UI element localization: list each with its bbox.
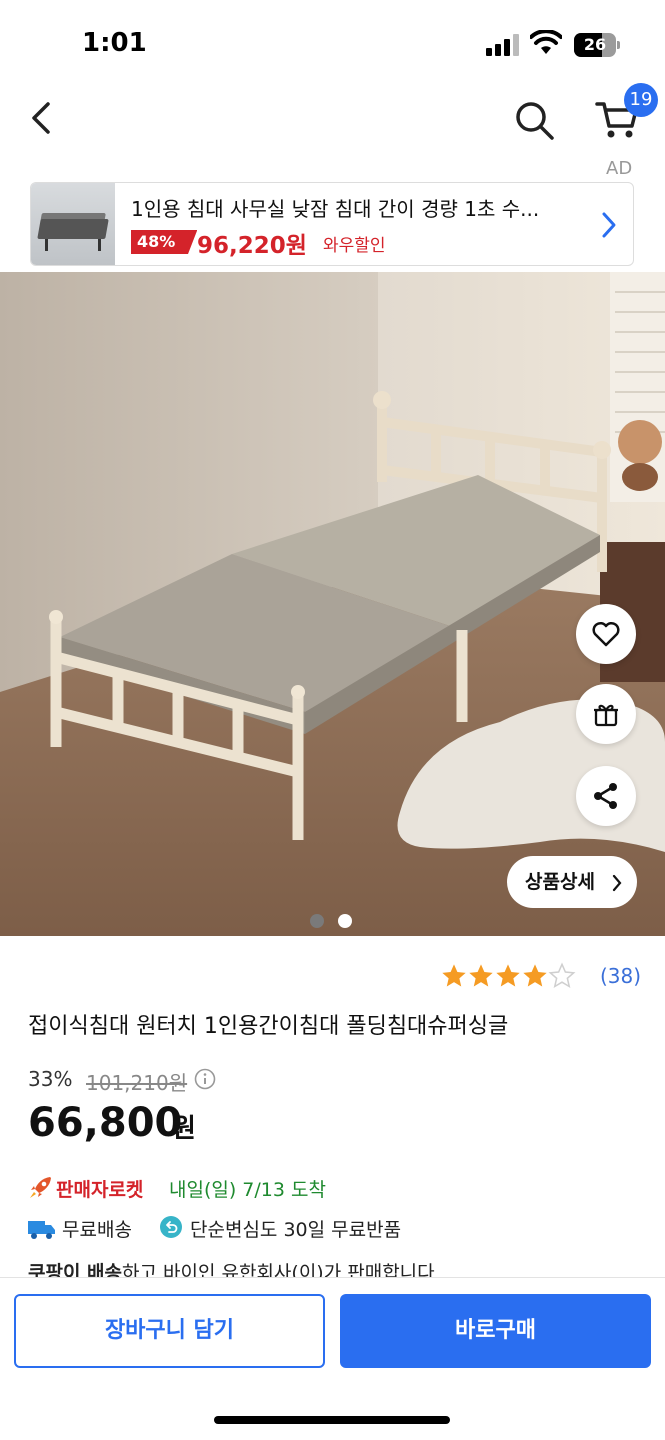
pager-dot[interactable]: [310, 914, 324, 928]
battery-level: 26: [583, 35, 607, 54]
status-time: 1:01: [82, 28, 147, 58]
truck-icon: [28, 1221, 55, 1239]
discount-rate: 33%: [28, 1067, 73, 1091]
seller-info-text: 하고 바이인 유한회사(이)가 판매합니다: [122, 1262, 435, 1278]
ad-banner[interactable]: 1인용 침대 사무실 낮잠 침대 간이 경량 1초 수... 48% 96,22…: [30, 182, 634, 266]
star-icon: [496, 964, 520, 987]
gift-button[interactable]: [576, 684, 636, 744]
pager-dot[interactable]: [338, 914, 352, 928]
product-image[interactable]: [0, 272, 665, 936]
gift-icon: [594, 704, 618, 727]
seller-rocket-label: 판매자로켓: [56, 1179, 144, 1201]
seller-info: 쿠팡이 배송하고 바이인 유한회사(이)가 판매합니다: [28, 1258, 435, 1278]
bottom-action-bar: 장바구니 담기 바로구매: [0, 1277, 665, 1440]
ad-discount-badge: 48%: [131, 230, 198, 254]
star-empty-icon: [548, 962, 576, 989]
ad-label: AD: [606, 158, 633, 179]
product-detail-button[interactable]: 상품상세: [507, 856, 637, 908]
info-icon[interactable]: [194, 1068, 216, 1090]
review-count: (38): [600, 964, 642, 988]
product-title: 접이식침대 원터치 1인용간이침대 폴딩침대슈퍼싱글: [28, 1014, 509, 1039]
ad-title: 1인용 침대 사무실 낮잠 침대 간이 경량 1초 수...: [131, 197, 540, 221]
chevron-right-icon: [602, 212, 616, 238]
wifi-icon: [530, 30, 562, 54]
heart-icon: [592, 621, 620, 647]
ad-wow-tag: 와우할인: [323, 236, 386, 256]
arrival-date: 내일(일) 7/13 도착: [169, 1179, 326, 1201]
seller-delivery-highlight: 쿠팡이 배송: [28, 1262, 123, 1278]
return-icon: [160, 1216, 182, 1238]
star-icon: [442, 964, 466, 987]
battery-icon: 26: [574, 33, 620, 57]
buy-now-button[interactable]: 바로구매: [340, 1294, 651, 1368]
cart-count-badge: 19: [624, 83, 658, 117]
rocket-icon: [30, 1177, 51, 1198]
sale-price-currency: 원: [172, 1114, 196, 1144]
status-bar: 1:01 26: [0, 0, 665, 88]
free-return: 단순변심도 30일 무료반품: [190, 1219, 402, 1241]
wishlist-button[interactable]: [576, 604, 636, 664]
star-icon: [523, 964, 547, 987]
product-detail-label: 상품상세: [525, 871, 595, 893]
free-shipping: 무료배송: [62, 1219, 132, 1241]
home-indicator[interactable]: [214, 1416, 450, 1424]
add-to-cart-button[interactable]: 장바구니 담기: [14, 1294, 325, 1368]
sale-price: 66,800: [28, 1100, 183, 1146]
share-icon: [594, 783, 617, 809]
product-rating[interactable]: (38): [440, 962, 650, 992]
ad-thumbnail: [31, 183, 115, 265]
ad-price: 96,220원: [197, 233, 307, 259]
back-button[interactable]: [22, 98, 62, 138]
star-icon: [469, 964, 493, 987]
cellular-signal-icon: [486, 34, 520, 56]
search-button[interactable]: [512, 98, 556, 142]
original-price: 101,210원: [86, 1071, 188, 1095]
chevron-right-icon: [612, 874, 622, 892]
bed-photo: [0, 272, 665, 936]
share-button[interactable]: [576, 766, 636, 826]
